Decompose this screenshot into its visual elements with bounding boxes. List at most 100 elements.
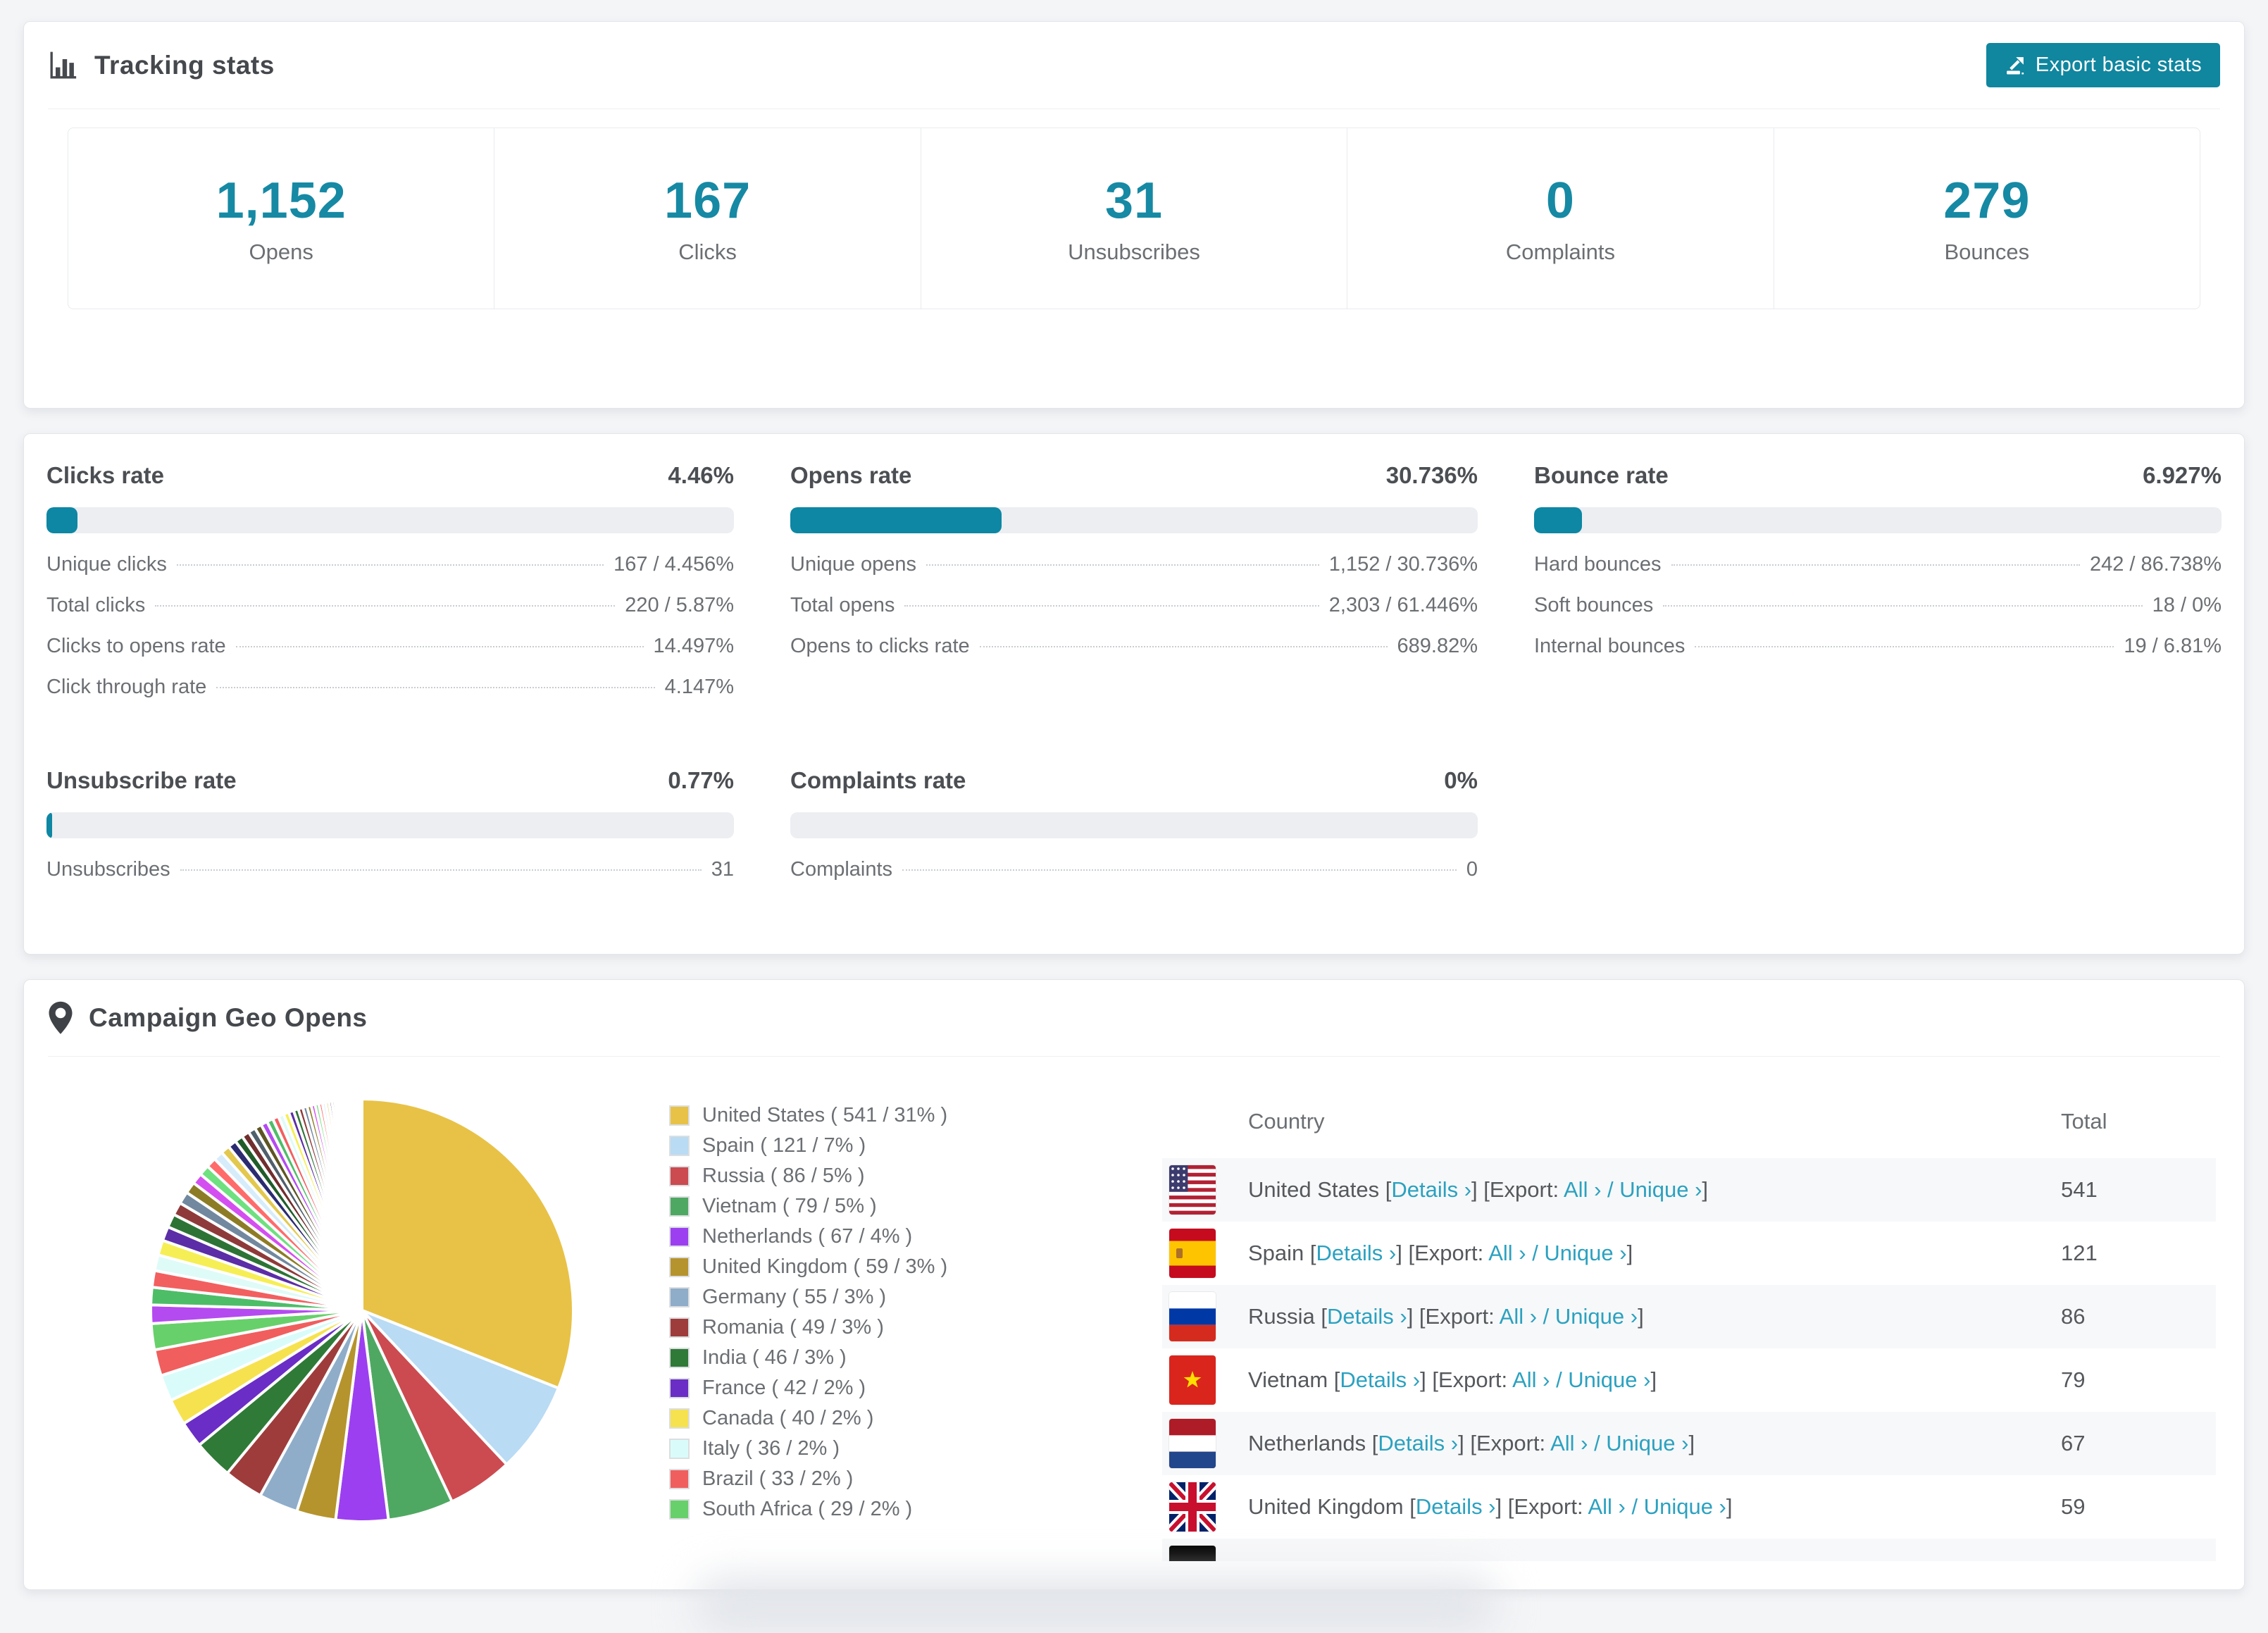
- dotted-leader: [1671, 564, 2080, 566]
- details-link[interactable]: Details ›: [1316, 1241, 1397, 1265]
- export-unique-link[interactable]: Unique ›: [1555, 1304, 1638, 1329]
- details-link[interactable]: Details ›: [1350, 1558, 1431, 1561]
- dotted-leader: [176, 564, 604, 566]
- details-link[interactable]: Details ›: [1378, 1431, 1458, 1455]
- export-button-label: Export basic stats: [2035, 54, 2202, 76]
- legend-swatch: [669, 1227, 690, 1247]
- legend-item-netherlands[interactable]: Netherlands ( 67 / 4% ): [669, 1222, 1064, 1252]
- pie-slice-other-50[interactable]: [359, 1098, 363, 1312]
- export-all-link[interactable]: All ›: [1550, 1431, 1588, 1455]
- rate-detail-value: 689.82%: [1397, 635, 1478, 657]
- legend-label: United States ( 541 / 31% ): [702, 1104, 948, 1126]
- rate-detail-row: Click through rate 4.147%: [46, 676, 734, 716]
- export-unique-link[interactable]: Unique ›: [1606, 1431, 1688, 1455]
- dotted-leader: [1663, 605, 2143, 607]
- export-all-link[interactable]: All ›: [1588, 1494, 1625, 1519]
- export-unique-link[interactable]: Unique ›: [1644, 1494, 1726, 1519]
- export-all-link[interactable]: All ›: [1488, 1241, 1526, 1265]
- flag-gb-icon: [1162, 1482, 1248, 1532]
- legend-swatch: [669, 1287, 690, 1308]
- country-cell: Netherlands [Details ›] [Export: All › /…: [1248, 1431, 1695, 1455]
- legend-swatch: [669, 1105, 690, 1126]
- legend-item-vietnam[interactable]: Vietnam ( 79 / 5% ): [669, 1191, 1064, 1222]
- legend-label: Netherlands ( 67 / 4% ): [702, 1225, 913, 1248]
- legend-label: Vietnam ( 79 / 5% ): [702, 1195, 877, 1217]
- rate-title: Unsubscribe rate: [46, 767, 237, 793]
- stats-summary-row: 1,152 Opens 167 Clicks 31 Unsubscribes 0…: [68, 128, 2200, 309]
- stat-box-bounces: 279 Bounces: [1774, 128, 2200, 309]
- legend-swatch: [669, 1196, 690, 1217]
- stat-box-clicks: 167 Clicks: [494, 128, 921, 309]
- rate-detail-row: Hard bounces 242 / 86.738%: [1534, 553, 2222, 594]
- page-title: Tracking stats: [94, 50, 275, 80]
- legend-item-germany[interactable]: Germany ( 55 / 3% ): [669, 1282, 1064, 1312]
- dotted-leader: [979, 646, 1388, 647]
- export-all-link[interactable]: All ›: [1564, 1177, 1601, 1202]
- flag-es-icon: [1162, 1229, 1248, 1278]
- details-link[interactable]: Details ›: [1391, 1177, 1471, 1202]
- stat-value: 0: [1545, 173, 1575, 229]
- country-total: 55: [2061, 1558, 2216, 1561]
- rate-detail-label: Unsubscribes: [46, 858, 170, 881]
- country-name: Spain: [1248, 1241, 1310, 1265]
- rate-head: Opens rate 30.736%: [790, 462, 1478, 489]
- rate-detail-value: 0: [1466, 858, 1478, 881]
- details-link[interactable]: Details ›: [1416, 1494, 1496, 1519]
- export-unique-link[interactable]: Unique ›: [1544, 1241, 1626, 1265]
- rate-progress-track: [790, 812, 1478, 838]
- legend-swatch: [669, 1257, 690, 1277]
- export-all-link[interactable]: All ›: [1500, 1304, 1537, 1329]
- export-all-link[interactable]: All ›: [1512, 1367, 1550, 1392]
- rate-detail-row: Unsubscribes 31: [46, 858, 734, 899]
- legend-item-spain[interactable]: Spain ( 121 / 7% ): [669, 1131, 1064, 1161]
- rate-progress-track: [46, 812, 734, 838]
- export-all-link[interactable]: All ›: [1522, 1558, 1559, 1561]
- export-unique-link[interactable]: Unique ›: [1568, 1367, 1650, 1392]
- export-unique-link[interactable]: Unique ›: [1578, 1558, 1661, 1561]
- legend-item-russia[interactable]: Russia ( 86 / 5% ): [669, 1161, 1064, 1191]
- export-basic-stats-button[interactable]: Export basic stats: [1986, 43, 2220, 87]
- legend-item-italy[interactable]: Italy ( 36 / 2% ): [669, 1434, 1064, 1464]
- tracking-stats-card: Tracking stats Export basic stats 1,152 …: [23, 21, 2245, 409]
- country-total: 59: [2061, 1494, 2086, 1519]
- export-unique-link[interactable]: Unique ›: [1619, 1177, 1702, 1202]
- legend-label: Brazil ( 33 / 2% ): [702, 1467, 854, 1490]
- rate-detail-value: 220 / 5.87%: [625, 594, 734, 616]
- geo-table-header: Country Total: [1162, 1085, 2216, 1158]
- legend-swatch: [669, 1166, 690, 1186]
- geo-table-row-netherlands: Netherlands [Details ›] [Export: All › /…: [1162, 1412, 2216, 1475]
- rate-detail-row: Complaints 0: [790, 858, 1478, 899]
- details-link[interactable]: Details ›: [1340, 1367, 1420, 1392]
- rate-head: Unsubscribe rate 0.77%: [46, 767, 734, 794]
- rate-progress-track: [46, 507, 734, 533]
- legend-label: Russia ( 86 / 5% ): [702, 1165, 865, 1187]
- details-link[interactable]: Details ›: [1327, 1304, 1407, 1329]
- legend-item-united-kingdom[interactable]: United Kingdom ( 59 / 3% ): [669, 1252, 1064, 1282]
- legend-item-india[interactable]: India ( 46 / 3% ): [669, 1343, 1064, 1373]
- legend-swatch: [669, 1317, 690, 1338]
- legend-swatch: [669, 1408, 690, 1429]
- legend-swatch: [669, 1469, 690, 1489]
- legend-item-united-states[interactable]: United States ( 541 / 31% ): [669, 1100, 1064, 1131]
- rate-detail-value: 1,152 / 30.736%: [1328, 553, 1478, 576]
- rate-title: Complaints rate: [790, 767, 966, 793]
- legend-swatch: [669, 1499, 690, 1520]
- bar-chart-icon: [48, 50, 79, 81]
- legend-item-france[interactable]: France ( 42 / 2% ): [669, 1373, 1064, 1403]
- dotted-leader: [1695, 646, 2114, 647]
- legend-item-canada[interactable]: Canada ( 40 / 2% ): [669, 1403, 1064, 1434]
- country-total: 541: [2061, 1177, 2098, 1202]
- legend-item-south-africa[interactable]: South Africa ( 29 / 2% ): [669, 1494, 1064, 1525]
- dashboard-page: Tracking stats Export basic stats 1,152 …: [0, 0, 2268, 1590]
- legend-item-brazil[interactable]: Brazil ( 33 / 2% ): [669, 1464, 1064, 1494]
- dotted-leader: [235, 646, 644, 647]
- legend-label: Spain ( 121 / 7% ): [702, 1134, 866, 1157]
- legend-item-romania[interactable]: Romania ( 49 / 3% ): [669, 1312, 1064, 1343]
- legend-label: Romania ( 49 / 3% ): [702, 1316, 884, 1339]
- country-column-header: Country: [1248, 1109, 1325, 1134]
- country-name: Russia: [1248, 1304, 1321, 1329]
- rate-detail-row: Internal bounces 19 / 6.81%: [1534, 635, 2222, 676]
- geo-table-row-russia: Russia [Details ›] [Export: All › / Uniq…: [1162, 1285, 2216, 1348]
- export-separator: /: [1601, 1177, 1620, 1202]
- geo-table-row-germany: Germany [Details ›] [Export: All › / Uni…: [1162, 1539, 2216, 1561]
